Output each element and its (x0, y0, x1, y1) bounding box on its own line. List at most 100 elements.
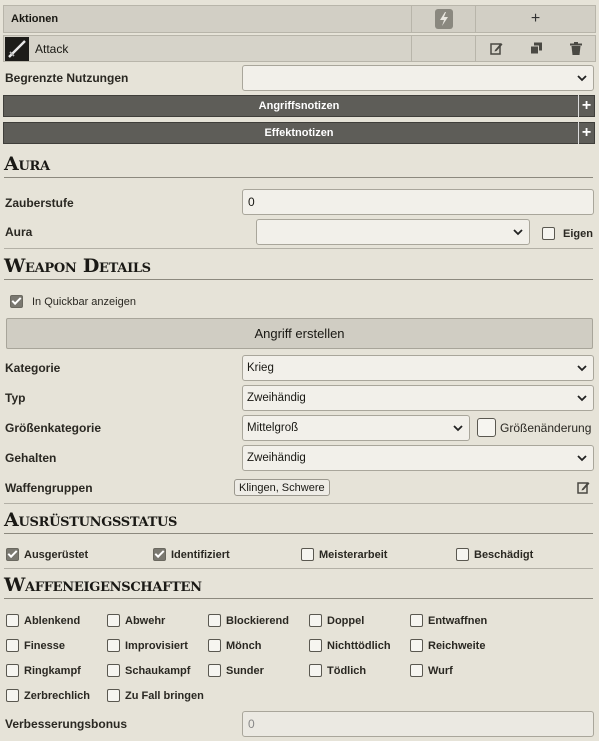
property-label: Schaukampf (125, 664, 191, 677)
expand-plus-icon[interactable]: + (578, 95, 594, 117)
caster-level-input[interactable]: 0 (242, 189, 594, 215)
limited-uses-label: Begrenzte Nutzungen (5, 71, 129, 85)
property-checkbox[interactable]: Reichweite (410, 639, 485, 652)
property-checkbox[interactable]: Abwehr (107, 614, 165, 627)
resize-checkbox[interactable]: Größenänderung (477, 418, 591, 437)
property-checkbox[interactable]: Zu Fall bringen (107, 689, 204, 702)
property-checkbox[interactable]: Zerbrechlich (6, 689, 90, 702)
attack-row[interactable]: Attack (3, 35, 596, 62)
property-checkbox[interactable]: Improvisiert (107, 639, 188, 652)
property-checkbox[interactable]: Schaukampf (107, 664, 190, 677)
limited-uses-select[interactable] (242, 65, 594, 91)
property-label: Abwehr (125, 614, 166, 627)
checkbox-box[interactable] (153, 548, 166, 561)
size-label: Größenkategorie (5, 421, 102, 435)
enhancement-bonus-input[interactable]: 0 (242, 711, 594, 737)
property-checkbox[interactable]: Blockierend (208, 614, 289, 627)
checkbox-box[interactable] (10, 295, 23, 308)
type-select[interactable]: Zweihändig (242, 385, 594, 411)
property-label: Ringkampf (24, 664, 81, 677)
category-value: Krieg (247, 362, 274, 374)
masterwork-checkbox[interactable]: Meisterarbeit (301, 548, 387, 561)
aura-select[interactable] (256, 219, 530, 245)
create-attack-button[interactable]: Angriff erstellen (6, 318, 593, 349)
checkbox-box[interactable] (6, 614, 19, 627)
property-label: Wurf (428, 664, 453, 677)
checkbox-box[interactable] (456, 548, 469, 561)
checkbox-box[interactable] (6, 639, 19, 652)
equipped-checkbox[interactable]: Ausgerüstet (6, 548, 88, 561)
chevron-down-icon (577, 455, 587, 462)
checkbox-box[interactable] (477, 418, 496, 437)
held-select[interactable]: Zweihändig (242, 445, 594, 471)
property-label: Improvisiert (125, 639, 188, 652)
property-checkbox[interactable]: Ablenkend (6, 614, 80, 627)
edit-icon[interactable] (489, 42, 503, 55)
held-value: Zweihändig (247, 452, 306, 464)
property-checkbox[interactable]: Entwaffnen (410, 614, 487, 627)
checkbox-box[interactable] (6, 689, 19, 702)
sword-icon (5, 36, 29, 61)
category-select[interactable]: Krieg (242, 355, 594, 381)
checkbox-box[interactable] (6, 548, 19, 561)
property-label: Nichttödlich (327, 639, 391, 652)
checkbox-box[interactable] (309, 639, 322, 652)
held-label: Gehalten (5, 451, 57, 465)
edit-groups-icon[interactable] (577, 481, 590, 494)
checkbox-box[interactable] (107, 664, 120, 677)
property-label: Ablenkend (24, 614, 81, 627)
checkbox-box[interactable] (6, 664, 19, 677)
quickbar-checkbox[interactable]: In Quickbar anzeigen (10, 295, 136, 308)
property-label: Zu Fall bringen (125, 689, 204, 702)
add-action-button[interactable]: + (475, 6, 595, 32)
type-label: Typ (5, 391, 26, 405)
property-checkbox[interactable]: Doppel (309, 614, 364, 627)
resize-label: Größenänderung (500, 420, 592, 435)
checkbox-box[interactable] (410, 664, 423, 677)
property-checkbox[interactable]: Nichttödlich (309, 639, 391, 652)
weapon-groups-value: Klingen, Schwere (239, 481, 325, 494)
checkbox-box[interactable] (410, 639, 423, 652)
checkbox-box[interactable] (542, 227, 555, 240)
checkbox-box[interactable] (309, 614, 322, 627)
divider (4, 503, 593, 504)
checkbox-box[interactable] (107, 689, 120, 702)
checkbox-box[interactable] (208, 639, 221, 652)
property-checkbox[interactable]: Mönch (208, 639, 261, 652)
aura-section-title: Aura (4, 153, 593, 178)
action-type-toggle[interactable] (411, 6, 475, 32)
checkbox-box[interactable] (208, 614, 221, 627)
attack-notes-bar[interactable]: Angriffsnotizen + (3, 95, 595, 117)
broken-checkbox[interactable]: Beschädigt (456, 548, 533, 561)
identified-checkbox[interactable]: Identifiziert (153, 548, 230, 561)
checkbox-box[interactable] (410, 614, 423, 627)
property-checkbox[interactable]: Sunder (208, 664, 264, 677)
copy-icon[interactable] (529, 42, 543, 55)
property-label: Tödlich (327, 664, 367, 677)
checkbox-box[interactable] (309, 664, 322, 677)
size-select[interactable]: Mittelgroß (242, 415, 470, 441)
attack-spacer (411, 36, 475, 61)
trash-icon[interactable] (569, 42, 582, 55)
checkbox-box[interactable] (107, 639, 120, 652)
effect-notes-bar[interactable]: Effektnotizen + (3, 122, 595, 144)
property-checkbox[interactable]: Ringkampf (6, 664, 81, 677)
weapon-details-title: Weapon Details (4, 255, 593, 280)
property-checkbox[interactable]: Wurf (410, 664, 453, 677)
divider (4, 568, 593, 569)
chevron-down-icon (453, 425, 463, 432)
weapon-groups-tag[interactable]: Klingen, Schwere (234, 479, 330, 496)
attack-controls (475, 36, 595, 61)
checkbox-box[interactable] (208, 664, 221, 677)
property-checkbox[interactable]: Tödlich (309, 664, 366, 677)
checkbox-box[interactable] (301, 548, 314, 561)
attack-notes-label: Angriffsnotizen (258, 100, 340, 112)
masterwork-label: Meisterarbeit (319, 548, 388, 561)
attack-name[interactable]: Attack (29, 42, 411, 56)
expand-plus-icon[interactable]: + (578, 122, 594, 144)
weapon-groups-label: Waffengruppen (5, 481, 93, 495)
property-checkbox[interactable]: Finesse (6, 639, 65, 652)
aura-custom-checkbox[interactable]: Eigen (542, 227, 593, 240)
property-label: Doppel (327, 614, 365, 627)
checkbox-box[interactable] (107, 614, 120, 627)
